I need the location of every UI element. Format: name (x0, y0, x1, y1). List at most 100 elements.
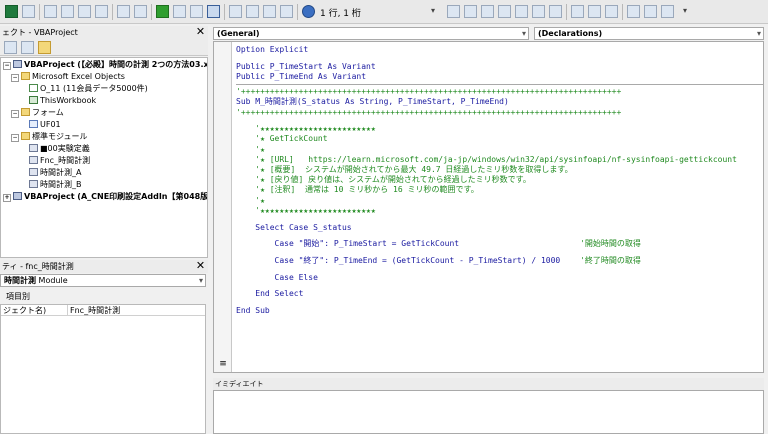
code-line[interactable]: '★ (236, 196, 265, 206)
code-line[interactable]: Public P_TimeEnd As Variant (236, 72, 366, 82)
redo-icon[interactable] (134, 5, 147, 18)
folder-icon (21, 132, 30, 140)
code-line[interactable]: End Sub (236, 306, 270, 316)
collapse-icon[interactable]: − (11, 134, 19, 142)
collapse-icon[interactable]: − (3, 62, 11, 70)
margin-indicator-bar[interactable] (214, 42, 232, 372)
reset-icon[interactable] (190, 5, 203, 18)
tree-item-folder[interactable]: − 標準モジュール (11, 132, 87, 142)
code-line[interactable]: Select Case S_status (236, 223, 351, 233)
code-line[interactable]: End Select (236, 289, 303, 299)
indent-icon[interactable] (447, 5, 460, 18)
code-line[interactable]: '★ [注釈] 通常は 10 ミリ秒から 16 ミリ秒の範囲です。 (236, 185, 478, 195)
toggle-breakpoint-icon[interactable] (571, 5, 584, 18)
folder-icon (21, 72, 30, 80)
toolbar-separator (151, 4, 152, 20)
tab-categorized[interactable]: 項目別 (6, 291, 30, 302)
project-explorer-icon[interactable] (229, 5, 242, 18)
code-line[interactable]: '+++++++++++++++++++++++++++++++++++++++… (236, 108, 621, 118)
previous-bookmark-icon[interactable] (661, 5, 674, 18)
project-explorer-title: ェクト - VBAProject (0, 26, 208, 39)
tree-item-module[interactable]: Fnc_時間計測 (29, 156, 90, 166)
uncomment-block-icon[interactable] (605, 5, 618, 18)
find-icon[interactable] (95, 5, 108, 18)
procedure-view-icon[interactable]: ≡ (214, 359, 232, 371)
code-line[interactable]: '★ [概要] システムが開始されてから最大 49.7 日経過したミリ秒数を取得… (236, 165, 572, 175)
module-icon (29, 168, 38, 176)
code-line[interactable]: '★ (236, 145, 265, 155)
chevron-down-icon: ▾ (198, 276, 203, 285)
view-object-icon[interactable] (21, 41, 34, 54)
design-mode-icon[interactable] (207, 5, 220, 18)
code-line[interactable]: Case "開始": P_TimeStart = GetTickCount '開始… (236, 239, 641, 249)
tree-item-module[interactable]: 時間計測_B (29, 180, 82, 190)
view-code-icon[interactable] (4, 41, 17, 54)
close-icon[interactable]: ✕ (195, 26, 206, 38)
code-line[interactable]: '★★★★★★★★★★★★★★★★★★★★★★★★ (236, 124, 375, 134)
parameter-info-icon[interactable] (532, 5, 545, 18)
tree-item-folder[interactable]: − Microsoft Excel Objects (11, 72, 125, 82)
code-line[interactable]: '★ [URL] https://learn.microsoft.com/ja-… (236, 155, 737, 165)
tree-item-module[interactable]: ■00実験定義 (29, 144, 90, 154)
expand-icon[interactable]: + (3, 194, 11, 202)
code-line[interactable]: Sub M_時間計測(S_status As String, P_TimeSta… (236, 97, 509, 107)
procedure-separator (236, 84, 763, 86)
project-explorer: ェクト - VBAProject ✕ − VBAProject (【必殿】時間の計… (0, 26, 208, 258)
undo-icon[interactable] (117, 5, 130, 18)
next-bookmark-icon[interactable] (644, 5, 657, 18)
tree-item-project[interactable]: +VBAProject (A_CNE印刷設定AddIn【第048版】_UF (3, 192, 207, 202)
tree-item-folder[interactable]: − フォーム (11, 108, 64, 118)
properties-icon[interactable] (246, 5, 259, 18)
toggle-folders-icon[interactable] (38, 41, 51, 54)
object-combo[interactable]: (General) ▾ (213, 27, 529, 40)
code-line[interactable]: Case Else (236, 273, 318, 283)
userform-icon (29, 120, 38, 128)
code-line[interactable]: '★★★★★★★★★★★★★★★★★★★★★★★★ (236, 206, 375, 216)
tree-item-workbook[interactable]: ThisWorkbook (29, 96, 96, 106)
code-line[interactable]: Option Explicit (236, 45, 308, 55)
tree-item-module[interactable]: 時間計測_A (29, 168, 81, 178)
object-browser-icon[interactable] (263, 5, 276, 18)
break-icon[interactable] (173, 5, 186, 18)
code-line[interactable]: Case "終了": P_TimeEnd = (GetTickCount - P… (236, 256, 641, 266)
project-icon (13, 60, 22, 68)
tree-item-project[interactable]: − VBAProject (【必殿】時間の計測 2つの方法03.xlsm (3, 60, 207, 70)
bookmark-icon[interactable] (627, 5, 640, 18)
copy-icon[interactable] (61, 5, 74, 18)
collapse-icon[interactable]: − (11, 110, 19, 118)
object-selector[interactable]: 時間計測 Module ▾ (0, 274, 206, 287)
close-icon[interactable]: ✕ (195, 260, 206, 272)
code-line[interactable]: '+++++++++++++++++++++++++++++++++++++++… (236, 87, 621, 97)
quick-info-icon[interactable] (515, 5, 528, 18)
code-line[interactable]: '★ [戻り値] 戻り値は、システムが開始されてから経過したミリ秒数です。 (236, 175, 531, 185)
help-icon[interactable] (302, 5, 315, 18)
run-icon[interactable] (156, 5, 169, 18)
cut-icon[interactable] (44, 5, 57, 18)
immediate-window[interactable] (213, 390, 764, 434)
list-properties-icon[interactable] (481, 5, 494, 18)
tree-item-userform[interactable]: UF01 (29, 120, 61, 130)
project-tree: − VBAProject (【必殿】時間の計測 2つの方法03.xlsm − Mic… (0, 57, 208, 258)
complete-word-icon[interactable] (549, 5, 562, 18)
properties-window: ティ - fnc_時間計測 ✕ 時間計測 Module ▾ 項目別 ジェクト名)… (0, 260, 208, 434)
toolbar-separator (39, 4, 40, 20)
save-icon[interactable] (22, 5, 35, 18)
excel-icon[interactable] (5, 5, 18, 18)
code-line[interactable]: '★ GetTickCount (236, 134, 327, 144)
property-row[interactable]: ジェクト名) Fnc_時間計測 (1, 305, 205, 316)
module-icon (29, 156, 38, 164)
code-editor[interactable]: ≡ Option Explicit Public P_TimeStart As V… (213, 41, 764, 373)
toolbar-separator (297, 4, 298, 20)
procedure-combo[interactable]: (Declarations) ▾ (534, 27, 764, 40)
list-constants-icon[interactable] (498, 5, 511, 18)
toolbar-separator (622, 4, 623, 20)
toolbox-icon[interactable] (280, 5, 293, 18)
toolbar-overflow-icon[interactable]: ▾ (431, 6, 435, 15)
code-line[interactable]: Public P_TimeStart As Variant (236, 62, 376, 72)
outdent-icon[interactable] (464, 5, 477, 18)
paste-icon[interactable] (78, 5, 91, 18)
comment-block-icon[interactable] (588, 5, 601, 18)
toolbar-overflow-icon[interactable]: ▾ (683, 6, 687, 15)
tree-item-sheet[interactable]: O_11 (11会員データ5000件) (29, 84, 148, 94)
collapse-icon[interactable]: − (11, 74, 19, 82)
